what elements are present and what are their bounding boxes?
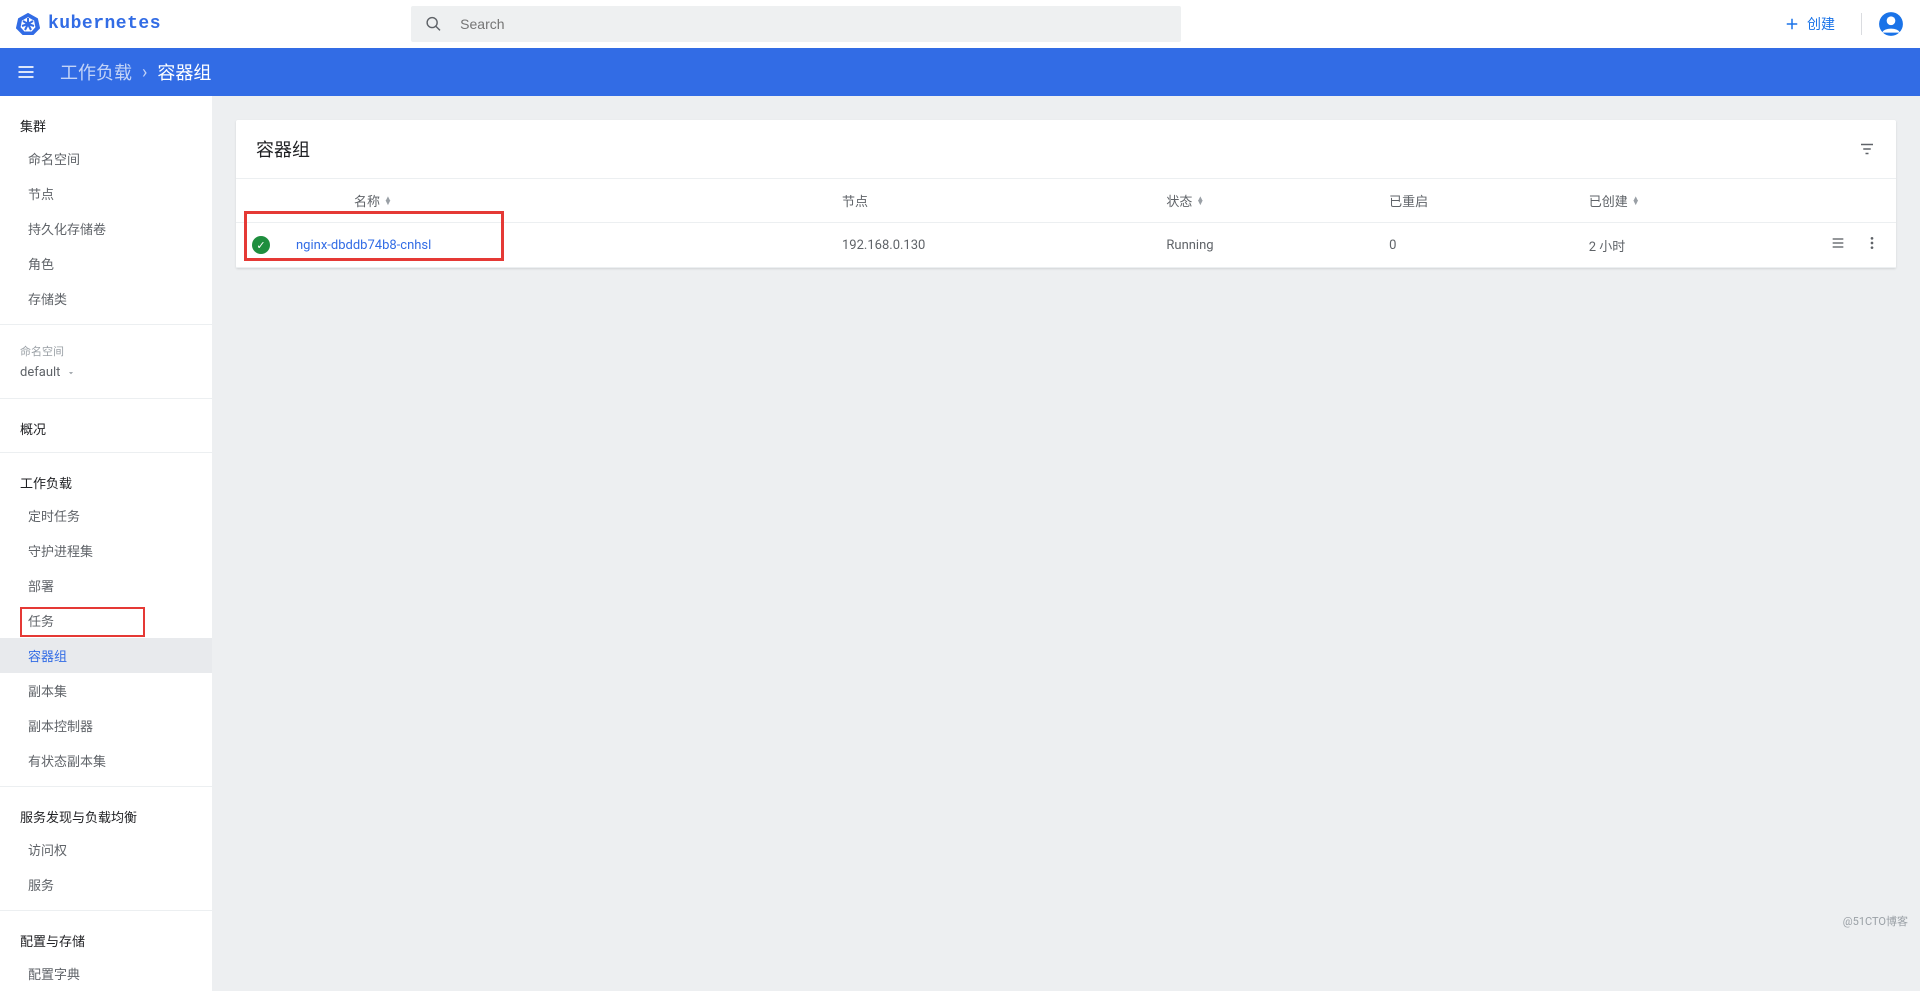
breadcrumb-current: 容器组 — [157, 59, 211, 85]
col-node[interactable]: 节点 — [826, 179, 1150, 223]
sidebar-item-nodes[interactable]: 节点 — [0, 176, 212, 211]
sidebar-item-statefulsets[interactable]: 有状态副本集 — [0, 743, 212, 778]
sidebar: 集群 命名空间 节点 持久化存储卷 角色 存储类 命名空间 default 概况… — [0, 96, 212, 991]
sidebar-item-pv[interactable]: 持久化存储卷 — [0, 211, 212, 246]
search-input[interactable] — [460, 16, 1167, 32]
col-created[interactable]: 已创建▲▼ — [1573, 179, 1806, 223]
sidebar-item-ingress[interactable]: 访问权 — [0, 832, 212, 867]
blue-bar: 工作负载 › 容器组 — [0, 48, 1920, 96]
sidebar-item-deployments[interactable]: 部署 — [0, 568, 212, 603]
logs-icon[interactable] — [1830, 235, 1846, 255]
top-actions: 创建 — [1773, 8, 1904, 40]
cell-restarts: 0 — [1373, 223, 1573, 268]
sidebar-item-overview[interactable]: 概况 — [0, 407, 212, 444]
table-header-row: 名称▲▼ 节点 状态▲▼ 已重启 已创建▲▼ — [236, 179, 1896, 223]
chevron-right-icon: › — [142, 62, 147, 83]
more-icon[interactable] — [1864, 235, 1880, 255]
row-actions — [1822, 235, 1880, 255]
sidebar-item-configmaps[interactable]: 配置字典 — [0, 956, 212, 991]
divider — [0, 398, 212, 399]
kubernetes-icon — [16, 12, 40, 36]
divider — [0, 324, 212, 325]
section-discovery[interactable]: 服务发现与负载均衡 — [0, 795, 212, 832]
namespace-select[interactable]: default — [0, 359, 212, 390]
divider — [0, 910, 212, 911]
create-button[interactable]: 创建 — [1773, 8, 1845, 40]
create-label: 创建 — [1807, 14, 1835, 34]
divider — [1861, 13, 1862, 35]
sidebar-item-namespaces[interactable]: 命名空间 — [0, 141, 212, 176]
user-icon[interactable] — [1878, 11, 1904, 37]
sidebar-item-roles[interactable]: 角色 — [0, 246, 212, 281]
section-cluster[interactable]: 集群 — [0, 104, 212, 141]
pods-card: 容器组 名称▲▼ 节点 状态▲▼ 已重启 已创建▲▼ — [236, 120, 1896, 268]
chevron-down-icon — [66, 368, 76, 378]
search-box[interactable] — [411, 6, 1181, 42]
col-restarts[interactable]: 已重启 — [1373, 179, 1573, 223]
sidebar-item-daemonsets[interactable]: 守护进程集 — [0, 533, 212, 568]
namespace-value: default — [20, 365, 60, 380]
sidebar-item-replicasets[interactable]: 副本集 — [0, 673, 212, 708]
plus-icon — [1783, 15, 1801, 33]
pods-table: 名称▲▼ 节点 状态▲▼ 已重启 已创建▲▼ ✓ nginx-dbddb74b8… — [236, 179, 1896, 268]
cell-status: Running — [1150, 223, 1373, 268]
filter-icon[interactable] — [1858, 140, 1876, 158]
col-status[interactable]: 状态▲▼ — [1150, 179, 1373, 223]
search-icon — [425, 15, 442, 33]
watermark: @51CTO博客 — [1843, 913, 1908, 929]
main-content: 容器组 名称▲▼ 节点 状态▲▼ 已重启 已创建▲▼ — [212, 96, 1920, 991]
top-bar: kubernetes 创建 — [0, 0, 1920, 48]
table-row[interactable]: ✓ nginx-dbddb74b8-cnhsl 192.168.0.130 Ru… — [236, 223, 1896, 268]
sidebar-item-jobs[interactable]: 任务 — [0, 603, 212, 638]
sort-icon: ▲▼ — [384, 197, 392, 205]
sort-icon: ▲▼ — [1632, 197, 1640, 205]
brand-text: kubernetes — [48, 14, 161, 34]
pod-link[interactable]: nginx-dbddb74b8-cnhsl — [296, 238, 431, 253]
hamburger-icon[interactable] — [16, 62, 36, 82]
sidebar-item-cronjobs[interactable]: 定时任务 — [0, 498, 212, 533]
card-header: 容器组 — [236, 120, 1896, 179]
col-name[interactable]: 名称▲▼ — [296, 179, 826, 223]
sidebar-item-storageclass[interactable]: 存储类 — [0, 281, 212, 316]
status-ok-icon: ✓ — [252, 236, 270, 254]
divider — [0, 452, 212, 453]
cell-created: 2 小时 — [1573, 223, 1806, 268]
sidebar-item-services[interactable]: 服务 — [0, 867, 212, 902]
sidebar-item-rc[interactable]: 副本控制器 — [0, 708, 212, 743]
search-container — [411, 6, 1181, 42]
brand-logo[interactable]: kubernetes — [16, 12, 161, 36]
sidebar-item-pods[interactable]: 容器组 — [0, 638, 212, 673]
section-config[interactable]: 配置与存储 — [0, 919, 212, 956]
divider — [0, 786, 212, 787]
namespace-label: 命名空间 — [0, 333, 212, 359]
card-title: 容器组 — [256, 136, 310, 162]
sort-icon: ▲▼ — [1196, 197, 1204, 205]
breadcrumb: 工作负载 › 容器组 — [60, 59, 211, 85]
cell-node: 192.168.0.130 — [826, 223, 1150, 268]
section-workloads[interactable]: 工作负载 — [0, 461, 212, 498]
breadcrumb-prev[interactable]: 工作负载 — [60, 59, 132, 85]
